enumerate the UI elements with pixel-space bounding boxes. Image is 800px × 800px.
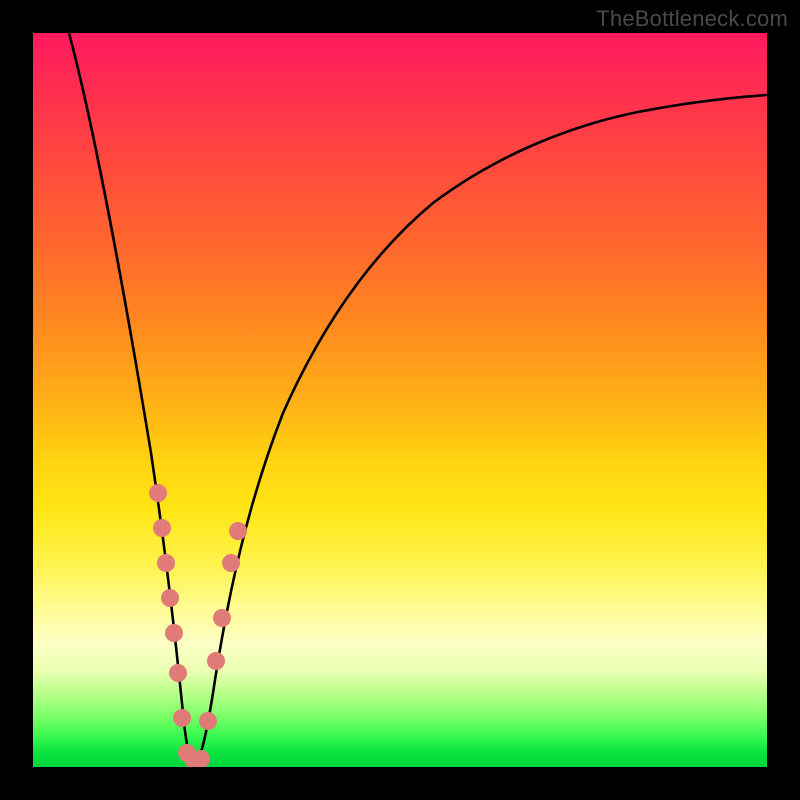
marker-dot: [169, 664, 187, 682]
marker-dot: [157, 554, 175, 572]
chart-svg: [33, 33, 767, 767]
marker-dot: [207, 652, 225, 670]
chart-frame: TheBottleneck.com: [0, 0, 800, 800]
marker-dot: [165, 624, 183, 642]
watermark-text: TheBottleneck.com: [596, 6, 788, 32]
marker-dot: [153, 519, 171, 537]
bottleneck-curve: [69, 33, 767, 764]
marker-dot: [161, 589, 179, 607]
chart-plot-area: [33, 33, 767, 767]
marker-dot: [213, 609, 231, 627]
marker-dot: [149, 484, 167, 502]
marker-dot: [222, 554, 240, 572]
marker-dot: [173, 709, 191, 727]
marker-dot: [199, 712, 217, 730]
marker-group: [149, 484, 247, 767]
marker-dot: [229, 522, 247, 540]
